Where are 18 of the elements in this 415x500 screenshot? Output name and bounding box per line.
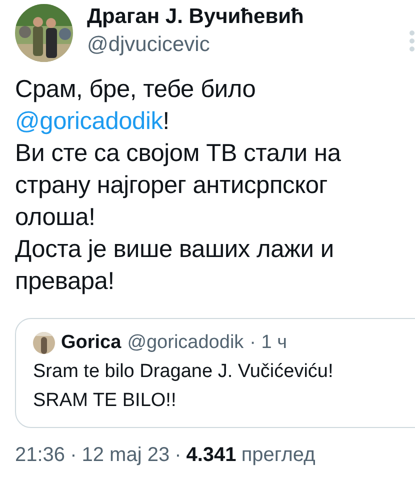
quote-text: Sram te bilo Dragane J. Vučićeviću! xyxy=(33,360,334,384)
quote-author-name: Gorica xyxy=(61,331,122,355)
quote-time: · 1 ч xyxy=(250,331,288,355)
tweet-date: 12 maj 23 xyxy=(82,443,170,468)
view-count: 4.341 xyxy=(186,443,236,468)
separator-dot: · xyxy=(174,443,182,468)
quote-author-handle: @goricadodik xyxy=(127,331,244,355)
author-handle[interactable]: @djvucicevic xyxy=(87,32,304,58)
quote-text: SRAM TE BILO!! xyxy=(33,389,178,413)
tweet-text: Срам, бре, тебе било @goricadodik! xyxy=(15,75,257,137)
tweet-text: Ви сте са својом ТВ стали на страну најгорег антисрпског олоша! xyxy=(15,139,342,233)
views-label: преглед xyxy=(241,443,316,468)
tweet-text: Доста је више ваших лажи и превара! xyxy=(15,235,335,297)
separator-dot: · xyxy=(70,443,77,468)
author-name[interactable]: Драган J. Вучићевић xyxy=(87,4,304,30)
quoted-tweet-card[interactable]: Gorica @goricadodik · 1 ч Sram te bilo Dragane J. Vučićeviću! SRAM TE BILO!! xyxy=(15,318,415,428)
tweet-time: 21:36 xyxy=(15,443,66,468)
more-icon[interactable] xyxy=(409,30,415,52)
